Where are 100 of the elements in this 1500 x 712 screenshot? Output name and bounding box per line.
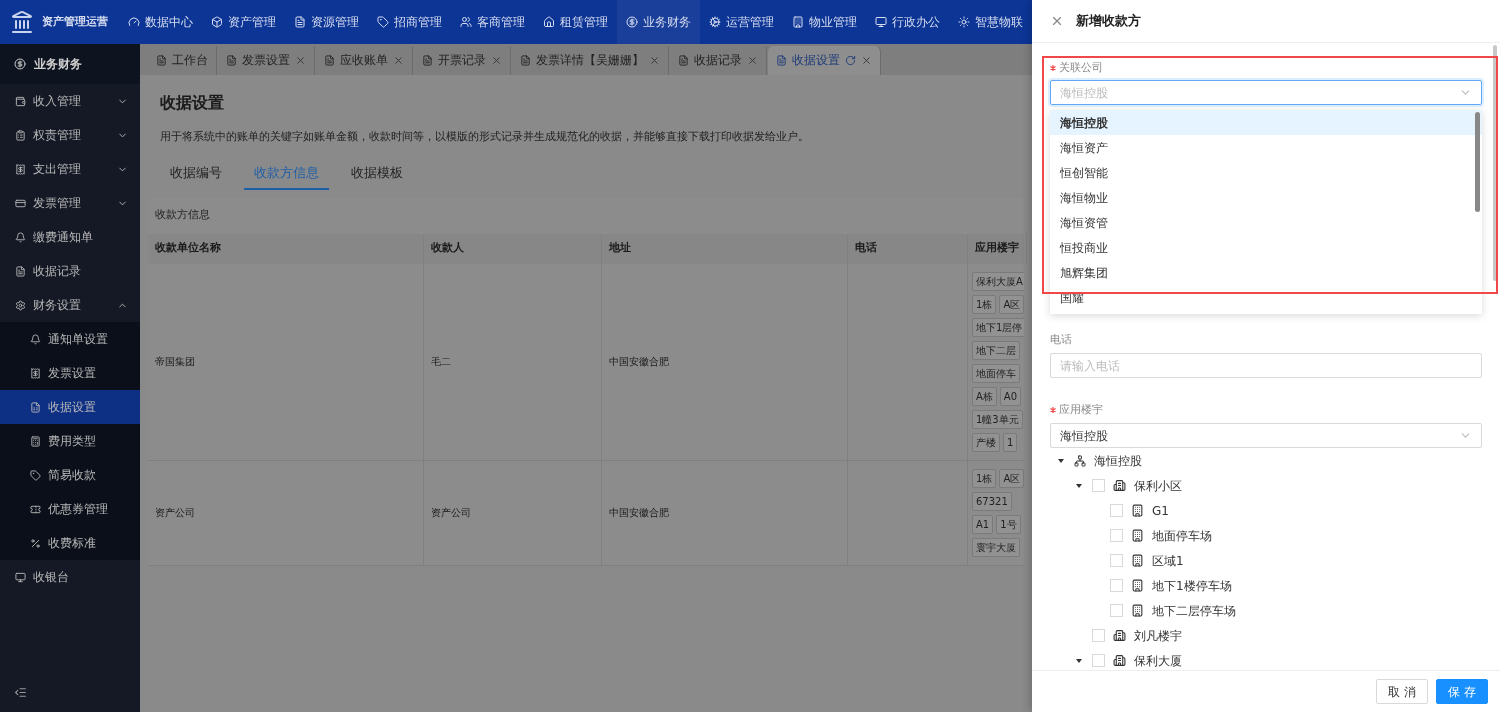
dropdown-option[interactable]: 海恒资产	[1050, 135, 1482, 160]
scrollbar[interactable]	[1493, 45, 1497, 281]
sidebar-item[interactable]: 收银台	[0, 560, 140, 594]
collapse-icon[interactable]	[14, 685, 27, 699]
tree-item[interactable]: G1	[1152, 501, 1169, 520]
menu-icon	[30, 537, 41, 549]
cancel-button[interactable]: 取 消	[1376, 679, 1429, 704]
checkbox[interactable]	[1092, 654, 1105, 667]
nav-item[interactable]: 业务财务	[617, 0, 700, 44]
checkbox[interactable]	[1110, 604, 1123, 617]
sidebar-subitem[interactable]: 通知单设置	[0, 322, 140, 356]
caret-icon[interactable]	[1075, 481, 1083, 490]
nav-icon	[211, 16, 223, 28]
nav-icon	[626, 16, 638, 28]
sidebar-item[interactable]: 收据记录	[0, 254, 140, 288]
sidebar-item[interactable]: 缴费通知单	[0, 220, 140, 254]
page-tab[interactable]: 应收账单	[316, 46, 413, 75]
menu-icon	[30, 333, 41, 345]
page-tab[interactable]: 发票设置	[218, 46, 315, 75]
page-description: 用于将系统中的账单的关键字如账单金额，收款时间等，以模版的形式记录并生成规范化的收据，并能够直接下载打印收据发给业户。	[160, 129, 810, 145]
nav-item[interactable]: 资产管理	[202, 0, 285, 44]
page-tab[interactable]: 收据记录	[670, 46, 767, 75]
tree-item[interactable]: 刘凡楼宇	[1134, 626, 1182, 645]
dropdown-option[interactable]: 海恒物业	[1050, 185, 1482, 210]
building-tag: 67321	[972, 491, 1012, 511]
checkbox[interactable]	[1110, 554, 1123, 567]
nav-item[interactable]: 智慧物联	[949, 0, 1032, 44]
building-tag: 保利大厦A	[972, 271, 1024, 291]
close-icon[interactable]	[861, 55, 872, 66]
checkbox[interactable]	[1110, 504, 1123, 517]
nav-item[interactable]: 资源管理	[285, 0, 368, 44]
table-cell-text: 帝国集团	[155, 355, 195, 369]
caret-icon[interactable]	[1075, 656, 1083, 665]
dropdown-option[interactable]: 海恒控股	[1050, 110, 1482, 135]
checkbox[interactable]	[1092, 479, 1105, 492]
building-tag: 寰宇大厦	[972, 537, 1020, 557]
dropdown-option[interactable]: 恒投商业	[1050, 235, 1482, 260]
checkbox[interactable]	[1092, 629, 1105, 642]
close-icon[interactable]	[649, 55, 660, 66]
sidebar-subitem[interactable]: 收费标准	[0, 526, 140, 560]
caret-icon[interactable]	[1057, 456, 1065, 465]
nav-item[interactable]: 招商管理	[368, 0, 451, 44]
sidebar-subitem[interactable]: 发票设置	[0, 356, 140, 390]
nav-item[interactable]: 行政办公	[866, 0, 949, 44]
sidebar-item[interactable]: 财务设置	[0, 288, 140, 322]
org-icon	[1074, 454, 1086, 467]
nav-item[interactable]: 运营管理	[700, 0, 783, 44]
sidebar-item[interactable]: 发票管理	[0, 186, 140, 220]
close-icon[interactable]	[393, 55, 404, 66]
buildings-icon	[1113, 654, 1126, 667]
tree-item[interactable]: 海恒控股	[1094, 451, 1142, 470]
sidebar-subitem[interactable]: 优惠券管理	[0, 492, 140, 526]
tree-item[interactable]: 保利小区	[1134, 476, 1182, 495]
phone-field[interactable]: 请输入电话	[1050, 353, 1482, 378]
page-tab[interactable]: 开票记录	[414, 46, 511, 75]
close-icon[interactable]	[295, 55, 306, 66]
checkbox[interactable]	[1110, 529, 1123, 542]
app-title: 资产管理运营	[42, 13, 108, 30]
tree-item[interactable]: 保利大厦	[1134, 651, 1182, 670]
tree-item[interactable]: 地下二层停车场	[1152, 601, 1236, 620]
nav-item[interactable]: 租赁管理	[534, 0, 617, 44]
building-tag: 地下二层	[972, 340, 1020, 360]
sidebar-subitem[interactable]: 简易收款	[0, 458, 140, 492]
building-tag: A区	[999, 468, 1024, 488]
sidebar-subitem[interactable]: 收据设置	[0, 390, 140, 424]
building-icon	[1131, 554, 1144, 567]
nav-icon	[958, 16, 970, 28]
nav-icon	[709, 16, 721, 28]
building-select[interactable]: 海恒控股	[1050, 423, 1482, 448]
building-icon	[1131, 579, 1144, 592]
nav-item[interactable]: 客商管理	[451, 0, 534, 44]
close-icon[interactable]	[491, 55, 502, 66]
dropdown-option[interactable]: 恒创智能	[1050, 160, 1482, 185]
buildings-icon	[1113, 479, 1126, 492]
sidebar-subitem[interactable]: 费用类型	[0, 424, 140, 458]
field-label: 关联公司	[1059, 59, 1103, 76]
building-tag: A0	[999, 386, 1022, 406]
dropdown-option[interactable]: 海恒资管	[1050, 210, 1482, 235]
tree-item[interactable]: 地下1楼停车场	[1152, 576, 1232, 595]
page-tab[interactable]: 发票详情【吴姗姗】	[512, 46, 669, 75]
building-tag: 地下1层停	[972, 317, 1024, 337]
close-icon[interactable]	[1050, 14, 1064, 28]
close-icon[interactable]	[747, 55, 758, 66]
scrollbar[interactable]	[1475, 112, 1480, 212]
content-tab[interactable]: 收据编号	[160, 157, 232, 190]
nav-item[interactable]: 数据中心	[119, 0, 202, 44]
refresh-icon[interactable]	[845, 55, 856, 66]
tab-icon	[776, 55, 787, 66]
nav-item[interactable]: 物业管理	[783, 0, 866, 44]
sidebar-item[interactable]: 收入管理	[0, 84, 140, 118]
sidebar-item[interactable]: 支出管理	[0, 152, 140, 186]
tree-item[interactable]: 地面停车场	[1152, 526, 1212, 545]
tree-item[interactable]: 区域1	[1152, 551, 1184, 570]
checkbox[interactable]	[1110, 579, 1123, 592]
building-tag: 1栋	[972, 294, 997, 314]
sidebar-item[interactable]: 权责管理	[0, 118, 140, 152]
content-tab[interactable]: 收据模板	[341, 157, 413, 190]
page-tab[interactable]: 工作台	[148, 46, 217, 75]
menu-icon	[15, 299, 26, 311]
dropdown-option[interactable]: 旭辉集团	[1050, 260, 1482, 285]
